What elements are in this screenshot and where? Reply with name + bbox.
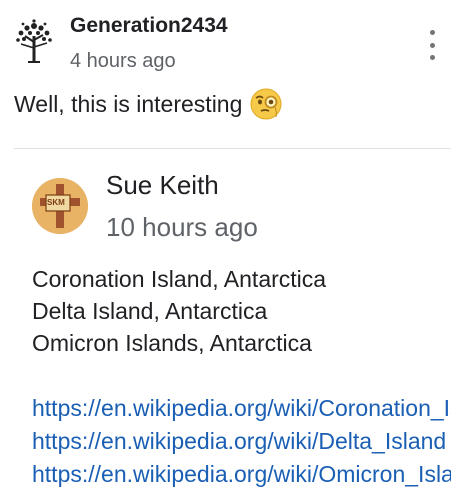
post-timestamp: 4 hours ago — [70, 50, 176, 72]
shared-avatar[interactable]: SKM — [32, 178, 88, 234]
face-with-monocle-emoji-icon — [250, 88, 282, 120]
wikipedia-link-coronation[interactable]: https://en.wikipedia.org/wiki/Coronation… — [32, 392, 451, 425]
shared-timestamp: 10 hours ago — [106, 212, 258, 242]
avatar-initials: SKM — [47, 198, 65, 207]
more-options-icon[interactable] — [422, 30, 442, 60]
link-list: https://en.wikipedia.org/wiki/Coronation… — [32, 392, 451, 491]
shared-post-text: Coronation Island, Antarctica Delta Isla… — [32, 263, 451, 359]
avatar[interactable] — [12, 18, 56, 64]
divider — [14, 148, 451, 149]
shared-text-line: Omicron Islands, Antarctica — [32, 330, 312, 356]
shared-text-line: Coronation Island, Antarctica — [32, 266, 327, 292]
post-text-row: Well, this is interesting — [14, 88, 282, 120]
shared-author-name[interactable]: Sue Keith — [106, 170, 219, 201]
shared-text-line: Delta Island, Antarctica — [32, 298, 268, 324]
post-text: Well, this is interesting — [14, 90, 243, 117]
wikipedia-link-delta[interactable]: https://en.wikipedia.org/wiki/Delta_Isla… — [32, 425, 451, 458]
author-name[interactable]: Generation2434 — [70, 14, 228, 38]
tree-icon — [16, 19, 52, 63]
post-header: Generation2434 4 hours ago — [0, 0, 451, 84]
wikipedia-link-omicron[interactable]: https://en.wikipedia.org/wiki/Omicron_Is… — [32, 458, 451, 491]
